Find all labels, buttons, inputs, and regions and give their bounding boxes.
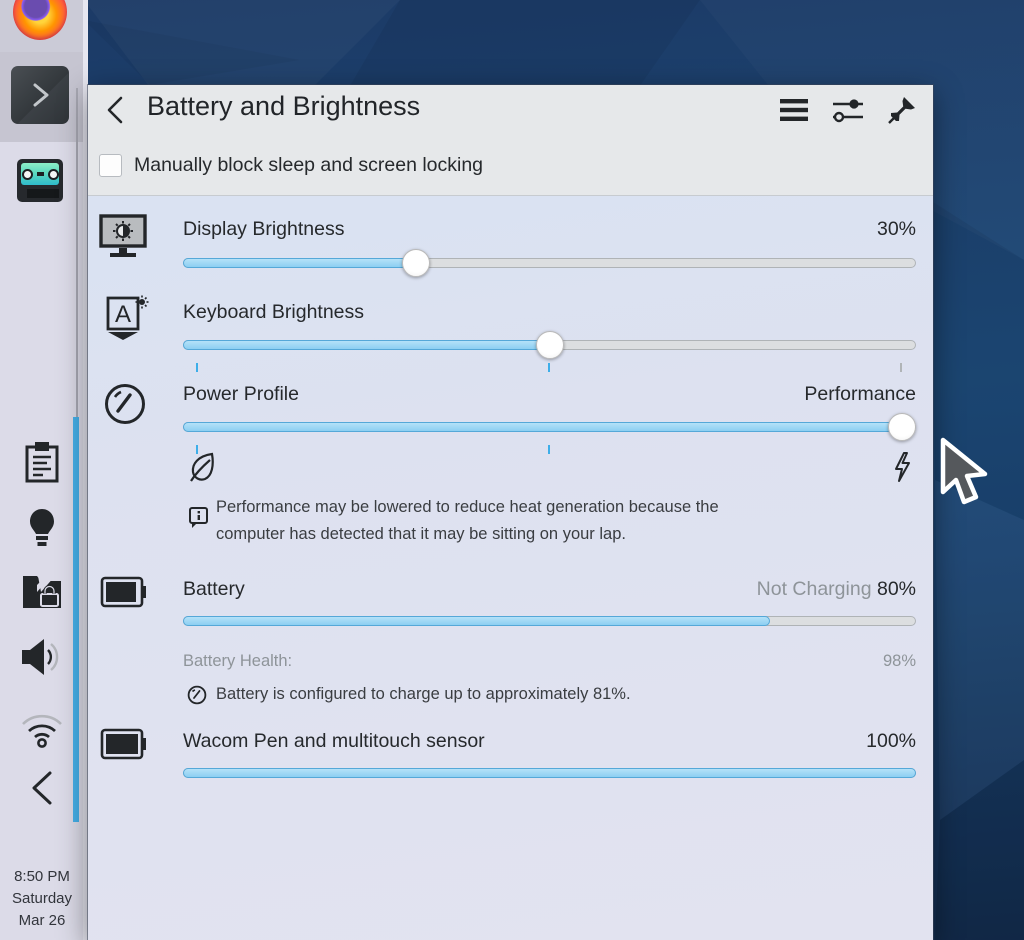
block-sleep-row: Manually block sleep and screen locking (99, 145, 483, 185)
desktop: 8:50 PM Saturday Mar 26 Battery and Brig… (0, 0, 1024, 940)
pin-icon (888, 97, 915, 124)
info-bubble-icon (188, 506, 210, 535)
keyboard-brightness-handle[interactable] (535, 331, 564, 359)
battery-value: Not Charging 80% (757, 578, 916, 601)
block-sleep-label: Manually block sleep and screen locking (134, 153, 484, 176)
svg-text:A: A (115, 301, 131, 328)
display-brightness-icon (98, 213, 148, 264)
configure-button[interactable] (831, 93, 865, 127)
volume-tray-icon[interactable] (0, 636, 84, 678)
block-sleep-checkbox[interactable] (99, 153, 122, 177)
battery-status: Not Charging (756, 578, 872, 600)
wacom-label: Wacom Pen and multitouch sensor (183, 730, 485, 752)
wacom-value: 100% (866, 730, 916, 752)
back-button[interactable] (100, 93, 130, 127)
clock-date: Mar 26 (18, 912, 66, 929)
battery-brightness-popup: Battery and Brightness Manually block sl… (88, 85, 933, 940)
wifi-tray-icon[interactable] (0, 710, 84, 748)
power-profile-slider[interactable] (183, 413, 916, 454)
display-brightness-slider[interactable] (183, 249, 916, 277)
display-brightness-label: Display Brightness (183, 218, 345, 240)
cassette-app-icon[interactable] (17, 159, 63, 202)
popup-title: Battery and Brightness (147, 91, 421, 121)
chevron-right-icon (33, 83, 49, 107)
digital-clock[interactable]: 8:50 PM Saturday Mar 26 (0, 866, 84, 932)
power-profile-label: Power Profile (183, 383, 299, 405)
clipboard-tray-icon[interactable] (0, 441, 84, 485)
chevron-left-icon (107, 96, 123, 124)
charge-limit-gauge-icon (187, 685, 207, 710)
leaf-power-save-icon (188, 451, 218, 488)
hamburger-icon (780, 99, 808, 121)
charge-limit-note: Battery is configured to charge up to ap… (216, 685, 631, 703)
power-profile-value: Performance (804, 383, 916, 405)
power-profile-note: Performance may be lowered to reduce hea… (216, 498, 719, 543)
clock-time: 8:50 PM (14, 868, 70, 885)
pin-button[interactable] (885, 93, 919, 127)
popup-header: Battery and Brightness Manually block sl… (88, 85, 933, 196)
display-brightness-value: 30% (876, 218, 916, 240)
hamburger-menu-button[interactable] (777, 93, 811, 127)
lightning-performance-icon (891, 451, 913, 488)
power-profile-icon (103, 382, 147, 431)
mouse-cursor (940, 437, 988, 505)
keyboard-brightness-slider[interactable] (183, 331, 916, 372)
battery-health-value: 98% (882, 652, 916, 670)
vault-folder-lock-tray-icon[interactable] (0, 570, 84, 612)
sliders-icon (833, 99, 863, 123)
battery-progress-bar (183, 616, 916, 626)
keyboard-brightness-icon: A (105, 295, 149, 350)
taskbar-panel: 8:50 PM Saturday Mar 26 (0, 0, 88, 940)
battery-percent: 80% (876, 578, 916, 600)
clock-day: Saturday (11, 890, 73, 907)
lightbulb-tray-icon[interactable] (0, 508, 84, 548)
battery-label: Battery (183, 578, 245, 600)
tray-expander-chevron-left-icon[interactable] (0, 770, 84, 806)
terminal-task-icon[interactable] (11, 66, 69, 124)
wacom-battery-icon (100, 728, 148, 765)
keyboard-brightness-label: Keyboard Brightness (183, 301, 365, 323)
display-brightness-handle[interactable] (401, 249, 430, 277)
wacom-progress-bar (183, 768, 916, 778)
battery-icon (100, 576, 148, 613)
battery-health-label: Battery Health: (183, 652, 293, 670)
panel-separator-line (76, 88, 78, 417)
power-profile-handle[interactable] (888, 413, 916, 441)
